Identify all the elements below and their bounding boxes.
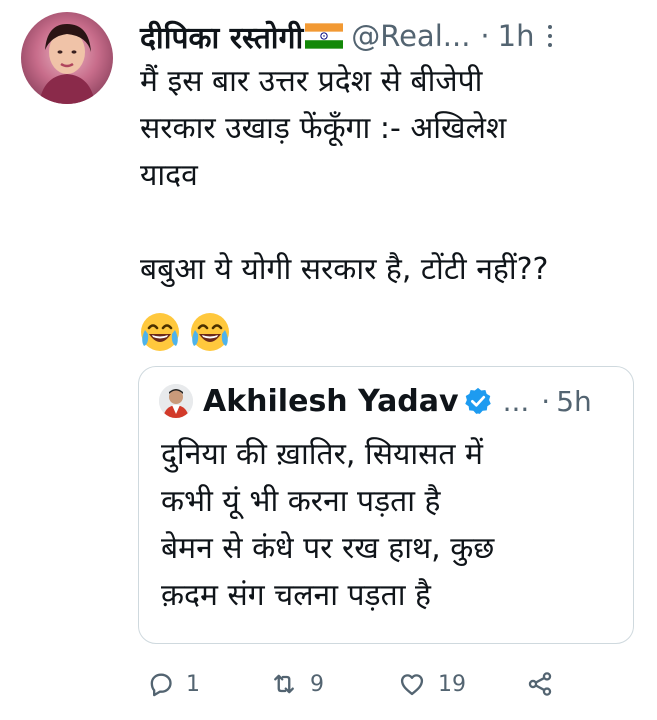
emoji-row (138, 310, 232, 354)
share-icon (528, 672, 552, 696)
tweet-actions: 1 9 19 (140, 664, 640, 704)
tweet-header: दीपिका रस्तोगी @Real... · 1h (140, 14, 650, 58)
retweet-button[interactable]: 9 (270, 664, 324, 704)
tears-of-joy-emoji-icon (141, 313, 179, 351)
quoted-tweet-text: दुनिया की ख़ातिर, सियासत में कभी यूं भी … (161, 437, 495, 613)
like-count: 19 (438, 671, 466, 697)
author-display-name[interactable]: दीपिका रस्तोगी (140, 16, 303, 57)
more-options-icon[interactable] (546, 23, 554, 49)
india-flag-icon (305, 23, 344, 49)
quoted-author-name: Akhilesh Yadav (203, 383, 459, 419)
quoted-author-avatar (159, 384, 193, 418)
quoted-handle-truncated: ... (502, 384, 530, 418)
tweet-text: मैं इस बार उत्तर प्रदेश से बीजेपी सरकार … (140, 64, 549, 287)
quoted-tweet-header: Akhilesh Yadav ... · 5h (159, 383, 621, 419)
reply-count: 1 (186, 671, 200, 697)
retweet-icon (274, 674, 294, 694)
reply-icon (150, 673, 172, 697)
reply-button[interactable]: 1 (146, 664, 200, 704)
tears-of-joy-emoji-icon (191, 313, 229, 351)
share-button[interactable] (526, 664, 554, 704)
header-separator: · (480, 19, 490, 53)
verified-badge-icon (464, 387, 491, 414)
tweet-timestamp[interactable]: 1h (498, 19, 535, 53)
quoted-tweet[interactable]: Akhilesh Yadav ... · 5h दुनिया की ख़ातिर… (138, 366, 634, 644)
quoted-header-separator: · (541, 384, 551, 418)
quoted-timestamp: 5h (556, 384, 592, 418)
tweet[interactable]: दीपिका रस्तोगी @Real... · 1h मैं इस बार … (0, 0, 657, 720)
author-avatar[interactable] (21, 12, 113, 104)
retweet-count: 9 (310, 671, 324, 697)
author-handle[interactable]: @Real... (351, 19, 470, 53)
heart-icon (400, 674, 424, 696)
like-button[interactable]: 19 (398, 664, 466, 704)
